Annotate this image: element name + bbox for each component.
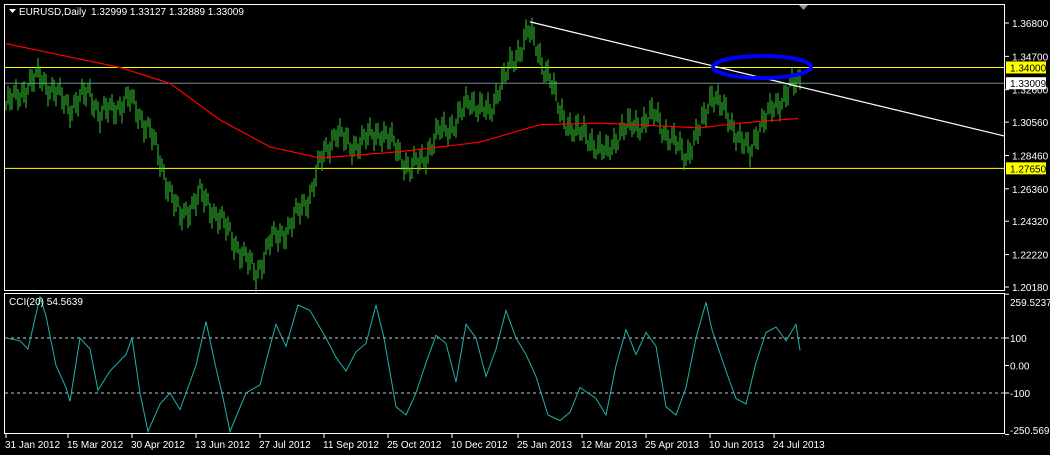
price-axis-label: 1.20180 xyxy=(1012,283,1049,294)
time-axis-label: 30 Apr 2012 xyxy=(131,440,185,451)
time-axis-label: 24 Jul 2013 xyxy=(773,440,825,451)
price-label: 1.33009 xyxy=(1010,79,1047,90)
price-axis-label: 1.30560 xyxy=(1012,118,1049,129)
time-axis-label: 27 Jul 2012 xyxy=(259,440,311,451)
symbol-label: EURUSD,Daily xyxy=(19,7,86,18)
cci-axis-label: 259.5237 xyxy=(1010,298,1050,309)
cci-axis-label: -100 xyxy=(1010,389,1030,400)
price-axis-label: 1.24320 xyxy=(1012,217,1049,228)
price-axis-label: 1.26360 xyxy=(1012,185,1049,196)
time-axis-label: 13 Jun 2012 xyxy=(195,440,250,451)
cci-axis-label: 0.00 xyxy=(1010,362,1030,373)
chart-window[interactable]: 1.368001.347001.326001.305601.284601.263… xyxy=(0,0,1050,455)
price-label: 1.27650 xyxy=(1010,164,1047,175)
time-axis-label: 10 Jun 2013 xyxy=(709,440,764,451)
ohlc-readout: 1.32999 1.33127 1.32889 1.33009 xyxy=(91,7,244,18)
price-label: 1.34000 xyxy=(1010,63,1047,74)
cci-axis-label: -250.569 xyxy=(1010,426,1050,437)
time-axis-label: 10 Dec 2012 xyxy=(451,440,508,451)
time-axis-label: 15 Mar 2012 xyxy=(67,440,124,451)
price-axis-label: 1.28460 xyxy=(1012,151,1049,162)
price-axis-label: 1.22220 xyxy=(1012,251,1049,262)
time-axis-label: 25 Jan 2013 xyxy=(517,440,572,451)
time-axis-label: 11 Sep 2012 xyxy=(323,440,379,451)
price-axis-label: 1.36800 xyxy=(1012,19,1049,30)
time-axis-label: 25 Oct 2012 xyxy=(387,440,442,451)
cci-label: CCI(20) 54.5639 xyxy=(9,297,83,308)
time-axis-label: 31 Jan 2012 xyxy=(5,440,60,451)
time-axis-label: 25 Apr 2013 xyxy=(645,440,699,451)
cci-axis-label: 100 xyxy=(1010,334,1027,345)
time-axis-label: 12 Mar 2013 xyxy=(581,440,638,451)
